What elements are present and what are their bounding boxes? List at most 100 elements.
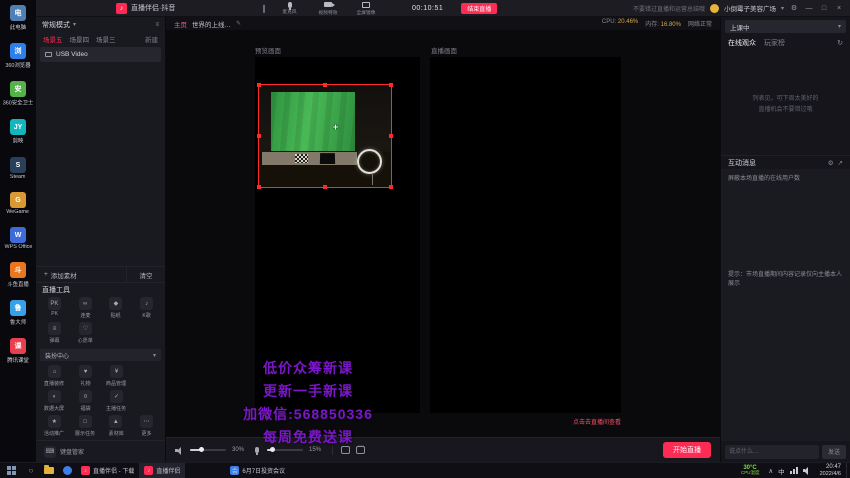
resize-handle[interactable] xyxy=(389,134,393,138)
chat-input-row: 发送 xyxy=(721,441,850,462)
desktop-icon-360[interactable]: 安 360安全卫士 xyxy=(0,81,36,107)
resize-handle[interactable] xyxy=(389,185,393,189)
scene-tab-4[interactable]: 场景四 xyxy=(70,34,90,44)
desktop-icon-ketang[interactable]: 课 腾讯课堂 xyxy=(0,338,36,364)
end-stream-button[interactable]: 结束直播 xyxy=(461,3,497,14)
settings-gear-icon[interactable]: ⚙ xyxy=(789,4,799,12)
desktop-icon-jianying[interactable]: JY 剪映 xyxy=(0,119,36,145)
resize-handle[interactable] xyxy=(389,83,393,87)
desktop-icon-douyu[interactable]: 斗 斗鱼直播 xyxy=(0,262,36,288)
clock[interactable]: 20:47 2022/4/6 xyxy=(815,464,846,477)
tool-lianmai[interactable]: ∞连麦 xyxy=(70,297,101,319)
mic-volume-slider[interactable] xyxy=(267,449,303,451)
network-icon[interactable] xyxy=(790,467,798,474)
system-message: 提示：市场直播期间内容记录仅向主播本人展示 xyxy=(728,271,843,290)
resize-handle[interactable] xyxy=(257,185,261,189)
scene-mode-label[interactable]: 常规模式 xyxy=(42,20,70,30)
clear-button[interactable]: 清空 xyxy=(127,270,165,280)
desktop-icon-steam[interactable]: S Steam xyxy=(0,157,36,180)
tool-karaoke[interactable]: ♪K歌 xyxy=(131,297,162,319)
tool-display-task[interactable]: □展示任务 xyxy=(70,415,101,437)
tool-data-screen[interactable]: ◐数据大屏 xyxy=(39,390,70,412)
tray-expand-icon[interactable]: ∧ xyxy=(768,467,773,475)
speaker-icon[interactable] xyxy=(175,446,184,455)
tool-gifts[interactable]: ♥礼物 xyxy=(70,365,101,387)
taskbar-app-download[interactable]: ♪ 直播伴侣 - 下载 xyxy=(76,463,139,478)
search-icon[interactable]: ○ xyxy=(22,463,40,478)
status-select[interactable]: 上课中 ▾ xyxy=(725,20,846,33)
fullscreen-mirror-tool-button[interactable]: 全屏镜像 xyxy=(352,1,380,16)
scene-tab-5[interactable]: 场景五 xyxy=(43,34,63,44)
keyboard-manager-button[interactable]: ⌨ 键盘管家 xyxy=(36,440,165,462)
scene-tab-3[interactable]: 场景三 xyxy=(96,34,116,44)
decorate-center-row[interactable]: 装扮中心 ▾ xyxy=(40,349,161,361)
desktop-icon-wegame[interactable]: G WeGame xyxy=(0,192,36,215)
file-explorer-icon[interactable] xyxy=(40,463,58,478)
tool-label: 福袋 xyxy=(80,404,90,411)
tab-player-rank[interactable]: 玩家榜 xyxy=(764,38,785,48)
pause-icon[interactable]: ∥ xyxy=(262,4,266,13)
chat-input[interactable] xyxy=(725,445,819,459)
tool-label: 心愿单 xyxy=(78,336,93,343)
source-item-usb-video[interactable]: USB Video xyxy=(40,47,161,62)
tool-label: 更多 xyxy=(142,429,152,436)
edit-title-icon[interactable]: ✎ xyxy=(236,20,241,27)
browser-taskbar-icon[interactable] xyxy=(58,463,76,478)
tool-pk[interactable]: PKPK xyxy=(39,297,70,319)
resize-handle[interactable] xyxy=(323,83,327,87)
resize-handle[interactable] xyxy=(323,185,327,189)
main-volume-slider[interactable] xyxy=(190,449,226,451)
ring-light xyxy=(357,149,382,174)
tool-goods[interactable]: ¥商品管理 xyxy=(101,365,132,387)
tool-sticker[interactable]: ◆贴纸 xyxy=(101,297,132,319)
chevron-down-icon[interactable]: ▾ xyxy=(781,5,784,12)
resize-handle[interactable] xyxy=(257,83,261,87)
tool-danmu[interactable]: ≡弹幕 xyxy=(39,322,70,344)
windows-start-button[interactable] xyxy=(0,463,22,478)
maximize-button[interactable]: □ xyxy=(819,5,829,12)
desktop-icon-this-pc[interactable]: 电 此电脑 xyxy=(0,5,36,31)
tool-room-decor[interactable]: ⌂直播装修 xyxy=(39,365,70,387)
send-button[interactable]: 发送 xyxy=(822,445,846,459)
minimize-button[interactable]: — xyxy=(804,5,814,12)
settings-gear-icon[interactable]: ⚙ xyxy=(828,159,834,167)
tab-online-viewers[interactable]: 在线观众 xyxy=(728,38,756,48)
ad-line: 更新一手新课 xyxy=(222,380,394,403)
tool-lucky-bag[interactable]: ¤福袋 xyxy=(70,390,101,412)
add-material-button[interactable]: + 添加素材 xyxy=(36,267,127,282)
menu-icon[interactable]: ≡ xyxy=(155,22,159,28)
tool-wishlist[interactable]: ♡心愿单 xyxy=(70,322,101,344)
show-desktop-button[interactable] xyxy=(846,463,850,478)
laptop-shape xyxy=(320,153,335,164)
tool-anchor-task[interactable]: ✓主播任务 xyxy=(101,390,132,412)
taskbar-app-live-companion[interactable]: ♪ 直播伴侣 xyxy=(139,463,185,478)
taskbar-app-meeting[interactable]: 会 6月7日投资会议 xyxy=(225,463,290,478)
chevron-down-icon[interactable]: ▾ xyxy=(73,21,76,28)
tool-more[interactable]: ⋯更多 xyxy=(131,415,162,437)
chevron-down-icon: ▾ xyxy=(838,23,841,30)
close-button[interactable]: × xyxy=(834,5,844,12)
messages-list[interactable]: 屏蔽本场直播的在线用户数 提示：市场直播期间内容记录仅向主播本人展示 xyxy=(721,169,850,441)
microphone-tool-button[interactable]: 麦克风 xyxy=(276,2,304,15)
start-stream-button[interactable]: 开始直播 xyxy=(663,442,711,458)
new-scene-button[interactable]: 新建 xyxy=(145,34,158,44)
desktop-icon-ludashi[interactable]: 鲁 鲁大师 xyxy=(0,300,36,326)
webcam-source[interactable]: + xyxy=(258,84,392,188)
tool-material-lib[interactable]: ▲素材库 xyxy=(101,415,132,437)
refresh-icon[interactable]: ↻ xyxy=(837,39,843,47)
date: 2022/4/6 xyxy=(820,471,841,477)
resize-handle[interactable] xyxy=(257,134,261,138)
popout-icon[interactable]: ↗ xyxy=(838,159,843,167)
desktop-icon-wps[interactable]: W WPS Office xyxy=(0,227,36,250)
live-room-link[interactable]: 点击去直播间查看 xyxy=(430,417,621,426)
desktop-icon-browser[interactable]: 浏 360浏览器 xyxy=(0,43,36,69)
viewers-empty-state: 列表见，可下周太美好的 直播机会不要错过哦 xyxy=(721,50,850,155)
username[interactable]: 小倒霉子美容广场 xyxy=(724,3,776,13)
audience-panel: 上课中 ▾ 在线观众 玩家榜 ↻ 列表见，可下周太美好的 直播机会不要错过哦 互… xyxy=(720,17,850,462)
video-effect-tool-button[interactable]: 视频特效 xyxy=(314,1,342,16)
home-tab[interactable]: 主页 xyxy=(174,19,187,29)
volume-icon[interactable] xyxy=(803,467,811,475)
avatar[interactable] xyxy=(710,4,719,13)
ime-indicator[interactable]: 中 xyxy=(778,466,785,476)
tool-promotion[interactable]: ★活动推广 xyxy=(39,415,70,437)
